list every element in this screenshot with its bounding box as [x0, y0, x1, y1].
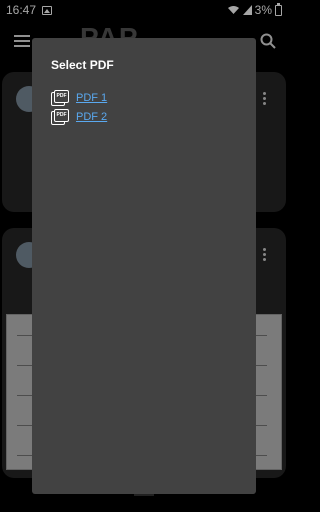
dialog-title: Select PDF: [51, 58, 114, 72]
pdf-link-1[interactable]: PDF 1: [76, 92, 107, 104]
pdf-link-2[interactable]: PDF 2: [76, 111, 107, 123]
pdf-item-1[interactable]: PDF PDF 1: [51, 89, 107, 107]
pdf-item-2[interactable]: PDF PDF 2: [51, 108, 107, 126]
select-pdf-dialog: Select PDF PDF PDF 1 PDF PDF 2: [32, 38, 256, 494]
pdf-file-icon: PDF: [51, 89, 69, 107]
pdf-file-icon: PDF: [51, 108, 69, 126]
